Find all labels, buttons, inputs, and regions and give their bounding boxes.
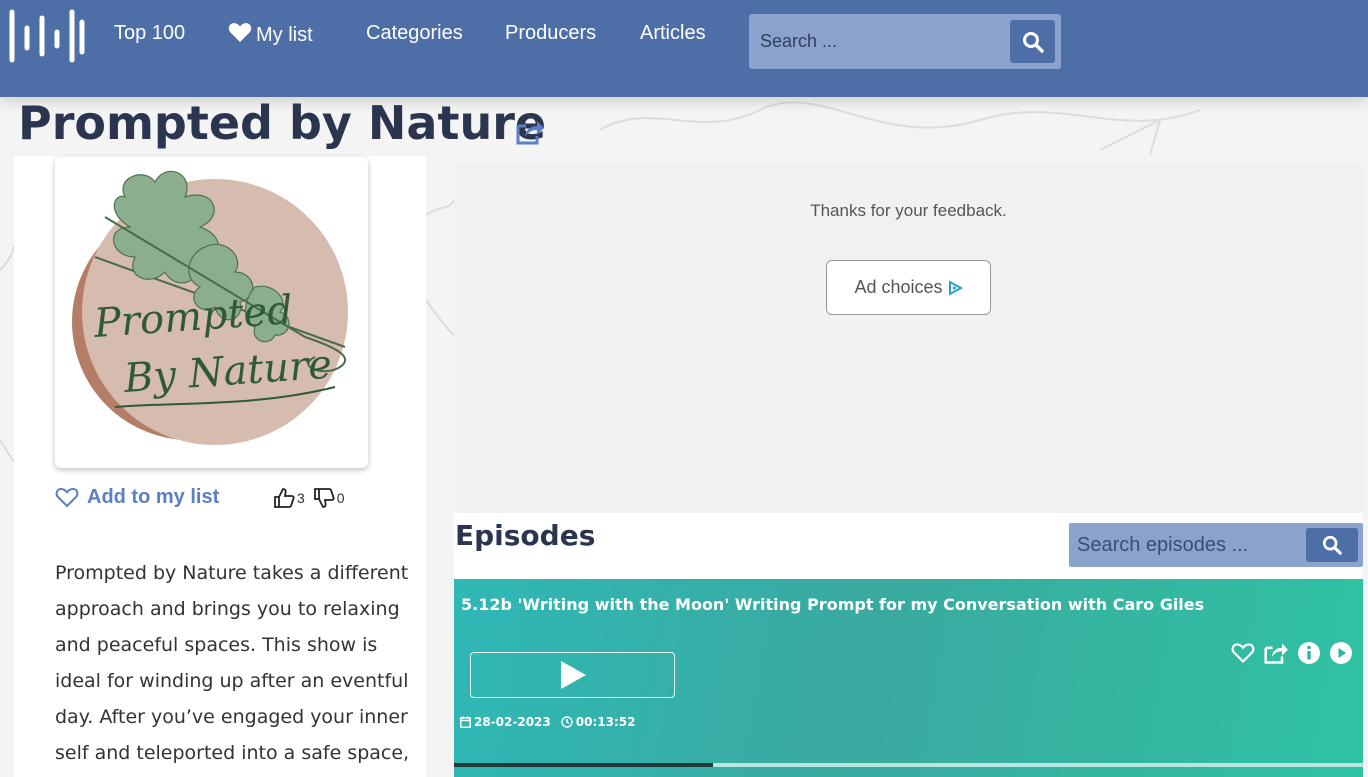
page-title: Prompted by Nature xyxy=(18,96,547,150)
like-button[interactable]: 3 xyxy=(273,487,305,509)
episode-card: 5.12b 'Writing with the Moon' Writing Pr… xyxy=(454,579,1363,777)
ad-choices-button[interactable]: Ad choices xyxy=(826,260,991,315)
nav-producers[interactable]: Producers xyxy=(505,22,596,45)
adchoices-icon xyxy=(948,279,963,296)
nav-mylist[interactable]: My list xyxy=(228,22,313,47)
episode-title[interactable]: 5.12b 'Writing with the Moon' Writing Pr… xyxy=(461,595,1204,614)
vote-controls: 3 0 xyxy=(273,487,353,509)
add-to-list-label: Add to my list xyxy=(87,486,220,508)
episode-progress-fill xyxy=(454,763,714,767)
podcast-description: Prompted by Nature takes a different app… xyxy=(55,562,410,764)
dislike-button[interactable]: 0 xyxy=(313,487,345,509)
episode-search xyxy=(1069,523,1363,567)
nav-top100[interactable]: Top 100 xyxy=(114,22,185,45)
thumbs-down-icon xyxy=(313,488,335,508)
episode-actions xyxy=(1231,641,1353,665)
add-to-list-button[interactable]: Add to my list xyxy=(55,486,219,509)
episode-play-button[interactable] xyxy=(470,652,675,698)
podcast-cover-image: Prompted By Nature xyxy=(55,157,368,468)
dislike-count: 0 xyxy=(336,490,345,506)
site-search-input[interactable] xyxy=(749,14,1005,69)
episode-date: 28-02-2023 xyxy=(460,715,551,729)
heart-outline-icon xyxy=(55,487,79,508)
episode-duration: 00:13:52 xyxy=(561,715,636,729)
episode-play-icon[interactable] xyxy=(1329,641,1353,665)
ad-choices-label: Ad choices xyxy=(854,277,943,297)
play-icon xyxy=(560,661,586,689)
episode-share-icon[interactable] xyxy=(1263,641,1289,665)
calendar-icon xyxy=(460,716,471,728)
ad-feedback-text: Thanks for your feedback. xyxy=(810,201,1007,220)
episode-meta: 28-02-2023 00:13:52 xyxy=(460,715,635,729)
clock-icon xyxy=(561,716,573,728)
episode-search-button[interactable] xyxy=(1306,528,1358,562)
site-search xyxy=(749,14,1061,69)
episode-date-value: 28-02-2023 xyxy=(474,715,551,729)
search-icon xyxy=(1322,535,1342,555)
episode-search-input[interactable] xyxy=(1069,523,1305,567)
episode-info-icon[interactable] xyxy=(1297,641,1321,665)
episode-duration-value: 00:13:52 xyxy=(575,715,636,729)
heart-icon xyxy=(228,23,252,42)
episode-progress-bar[interactable] xyxy=(454,763,1363,767)
episodes-heading: Episodes xyxy=(455,519,596,552)
site-logo-icon[interactable] xyxy=(8,8,86,64)
share-podcast-icon[interactable] xyxy=(515,118,545,150)
top-navigation-bar: Top 100 My list Categories Producers Art… xyxy=(0,0,1368,97)
site-search-button[interactable] xyxy=(1010,20,1055,63)
like-count: 3 xyxy=(297,490,305,506)
thumbs-up-icon xyxy=(274,488,295,508)
nav-categories[interactable]: Categories xyxy=(366,22,463,45)
ad-container: Thanks for your feedback. Ad choices xyxy=(454,163,1363,513)
search-icon xyxy=(1022,31,1044,53)
nav-articles[interactable]: Articles xyxy=(640,22,706,45)
nav-mylist-label: My list xyxy=(256,24,313,46)
episode-favorite-icon[interactable] xyxy=(1231,642,1255,664)
